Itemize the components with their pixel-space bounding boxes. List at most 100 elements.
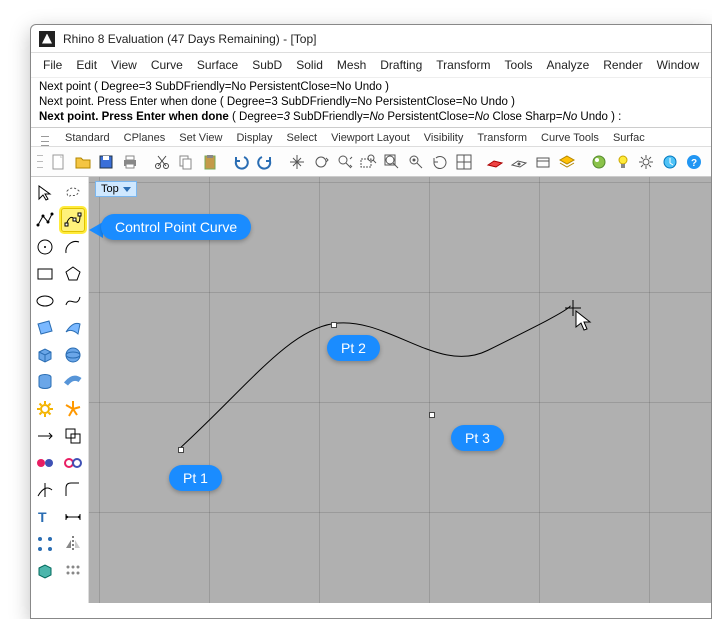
grip-handle-icon[interactable] — [61, 559, 85, 583]
tab-display[interactable]: Display — [236, 132, 272, 146]
control-point-2[interactable] — [331, 322, 337, 328]
rotate-view-icon[interactable] — [310, 151, 332, 173]
trim-icon[interactable] — [33, 478, 57, 502]
zoom-extents-icon[interactable] — [381, 151, 403, 173]
layers-icon[interactable] — [556, 151, 578, 173]
grid-line — [89, 182, 711, 183]
cmd-sdf[interactable]: No — [369, 111, 384, 123]
undo-icon[interactable] — [231, 151, 253, 173]
menu-render[interactable]: Render — [597, 56, 648, 74]
set-cplane-icon[interactable] — [508, 151, 530, 173]
viewport-dropdown-icon[interactable] — [123, 187, 131, 192]
pan-icon[interactable] — [286, 151, 308, 173]
copy-icon[interactable] — [175, 151, 197, 173]
tab-viewport-layout[interactable]: Viewport Layout — [331, 132, 410, 146]
toolbar-grip[interactable] — [37, 153, 43, 171]
menu-solid[interactable]: Solid — [290, 56, 329, 74]
tab-setview[interactable]: Set View — [179, 132, 222, 146]
print-icon[interactable] — [119, 151, 141, 173]
menu-edit[interactable]: Edit — [70, 56, 103, 74]
dimension-icon[interactable] — [61, 505, 85, 529]
zoom-selected-icon[interactable] — [405, 151, 427, 173]
menu-analyze[interactable]: Analyze — [541, 56, 596, 74]
menu-file[interactable]: File — [37, 56, 68, 74]
explode-icon[interactable] — [61, 397, 85, 421]
menu-help[interactable]: Hel — [707, 56, 712, 74]
menu-tools[interactable]: Tools — [499, 56, 539, 74]
text-icon[interactable]: T — [33, 505, 57, 529]
new-file-icon[interactable] — [48, 151, 70, 173]
tab-curve-tools[interactable]: Curve Tools — [541, 132, 599, 146]
box-icon[interactable] — [33, 343, 57, 367]
help-icon[interactable]: ? — [683, 151, 705, 173]
cut-icon[interactable] — [151, 151, 173, 173]
menu-surface[interactable]: Surface — [191, 56, 244, 74]
control-point-1[interactable] — [178, 447, 184, 453]
save-file-icon[interactable] — [96, 151, 118, 173]
surface-edge-icon[interactable] — [61, 316, 85, 340]
tab-visibility[interactable]: Visibility — [424, 132, 464, 146]
sphere-icon[interactable] — [61, 343, 85, 367]
menu-window[interactable]: Window — [651, 56, 706, 74]
pointer-icon[interactable] — [33, 181, 57, 205]
mirror-icon[interactable] — [61, 532, 85, 556]
subd-box-icon[interactable] — [33, 559, 57, 583]
free-curve-icon[interactable] — [61, 289, 85, 313]
open-file-icon[interactable] — [72, 151, 94, 173]
menu-mesh[interactable]: Mesh — [331, 56, 372, 74]
undo-view-icon[interactable] — [429, 151, 451, 173]
copy-object-icon[interactable] — [61, 424, 85, 448]
circle-icon[interactable] — [33, 235, 57, 259]
cmd-prompt[interactable]: Next point. Press Enter when done ( Degr… — [39, 110, 703, 125]
tab-transform[interactable]: Transform — [477, 132, 527, 146]
tab-select[interactable]: Select — [287, 132, 318, 146]
app-window: Rhino 8 Evaluation (47 Days Remaining) -… — [30, 24, 712, 619]
render-icon[interactable] — [588, 151, 610, 173]
left-toolbar: T — [31, 177, 89, 603]
svg-text:T: T — [38, 509, 47, 525]
zoom-dynamic-icon[interactable] — [334, 151, 356, 173]
join-icon[interactable] — [33, 451, 57, 475]
fillet-icon[interactable] — [61, 478, 85, 502]
rectangle-icon[interactable] — [33, 262, 57, 286]
cmd-prompt-d: PersistentClose= — [384, 111, 474, 123]
tab-standard[interactable]: Standard — [65, 132, 110, 146]
viewport-top[interactable]: /* grid drawn below via JS for brevity *… — [89, 177, 711, 603]
cmd-pc[interactable]: No — [475, 111, 490, 123]
split-icon[interactable] — [61, 451, 85, 475]
lasso-icon[interactable] — [61, 181, 85, 205]
cmd-prompt-lead: Next point. Press Enter when done — [39, 111, 229, 123]
named-cplane-icon[interactable] — [532, 151, 554, 173]
move-icon[interactable] — [33, 424, 57, 448]
menu-drafting[interactable]: Drafting — [374, 56, 428, 74]
cmd-sh[interactable]: No — [563, 111, 578, 123]
menu-view[interactable]: View — [105, 56, 143, 74]
cylinder-icon[interactable] — [33, 370, 57, 394]
menu-transform[interactable]: Transform — [430, 56, 496, 74]
tab-surface-tools[interactable]: Surfac — [613, 132, 645, 146]
menu-curve[interactable]: Curve — [145, 56, 189, 74]
control-point-curve-icon[interactable] — [61, 208, 85, 232]
gear-icon[interactable] — [33, 397, 57, 421]
tab-cplanes[interactable]: CPlanes — [124, 132, 166, 146]
options-icon[interactable] — [635, 151, 657, 173]
tab-grip[interactable] — [41, 136, 49, 146]
ellipse-icon[interactable] — [33, 289, 57, 313]
pipe-icon[interactable] — [61, 370, 85, 394]
grid-line — [429, 177, 430, 603]
zoom-window-icon[interactable] — [358, 151, 380, 173]
redo-icon[interactable] — [254, 151, 276, 173]
surface-corner-icon[interactable] — [33, 316, 57, 340]
four-viewports-icon[interactable] — [453, 151, 475, 173]
properties-icon[interactable] — [659, 151, 681, 173]
menu-subd[interactable]: SubD — [246, 56, 288, 74]
control-point-3[interactable] — [429, 412, 435, 418]
viewport-label[interactable]: Top — [95, 181, 137, 197]
array-icon[interactable] — [33, 532, 57, 556]
polygon-icon[interactable] — [61, 262, 85, 286]
arc-icon[interactable] — [61, 235, 85, 259]
bulb-icon[interactable] — [612, 151, 634, 173]
cplane-icon[interactable] — [485, 151, 507, 173]
paste-icon[interactable] — [199, 151, 221, 173]
polyline-icon[interactable] — [33, 208, 57, 232]
